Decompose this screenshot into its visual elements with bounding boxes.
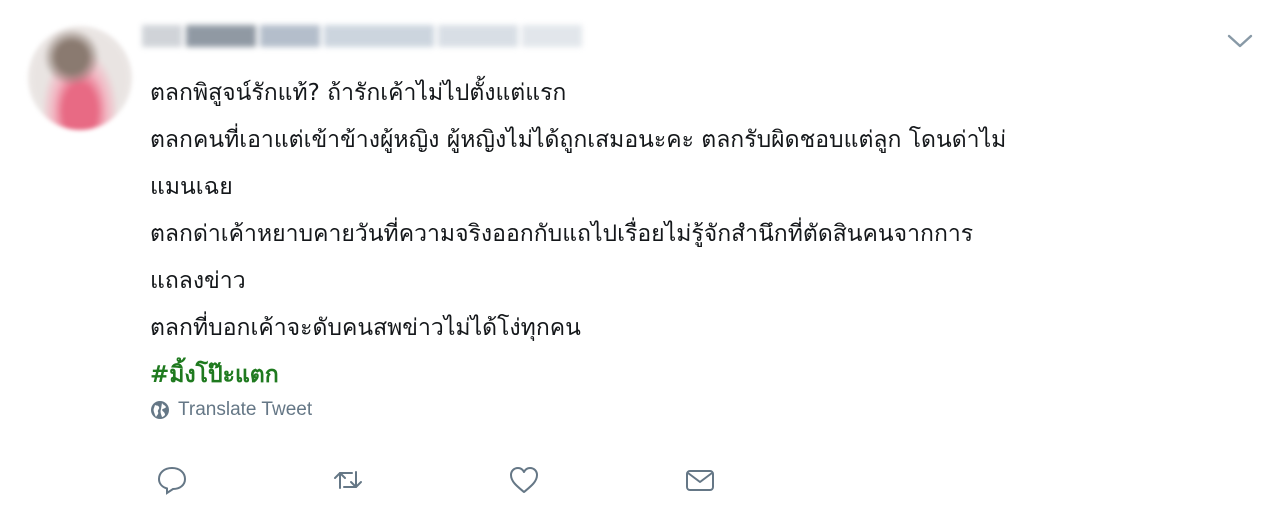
tweet-text: ตลกพิสูจน์รักแท้? ถ้ารักเค้าไม่ไปตั้งแต่… xyxy=(150,70,1250,399)
hashtag-link[interactable]: #มิ้งโป๊ะแตก xyxy=(150,352,1250,399)
author-name-blurred[interactable] xyxy=(142,20,612,52)
tweet-line: ตลกคนที่เอาแต่เข้าข้างผู้หญิง ผู้หญิงไม่… xyxy=(150,127,1007,153)
envelope-icon xyxy=(686,470,714,491)
tweet-line: แมนเฉย xyxy=(150,174,233,200)
heart-icon xyxy=(510,467,538,493)
tweet-line: ตลกด่าเค้าหยาบคายวันที่ความจริงออกกับแถไ… xyxy=(150,221,974,247)
retweet-button[interactable] xyxy=(328,460,368,500)
tweet-line: แถลงข่าว xyxy=(150,268,246,294)
direct-message-button[interactable] xyxy=(680,460,720,500)
chevron-down-icon[interactable] xyxy=(1226,32,1254,50)
tweet-line: ตลกพิสูจน์รักแท้? ถ้ารักเค้าไม่ไปตั้งแต่… xyxy=(150,80,567,106)
avatar[interactable] xyxy=(28,26,132,130)
reply-button[interactable] xyxy=(152,460,192,500)
reply-icon xyxy=(157,466,187,495)
translate-tweet-link[interactable]: Translate Tweet xyxy=(150,396,312,424)
retweet-icon xyxy=(334,471,362,489)
tweet-line: ตลกที่บอกเค้าจะดับคนสพข่าวไม่ได้โง่ทุกคน xyxy=(150,315,581,341)
like-button[interactable] xyxy=(504,460,544,500)
globe-icon xyxy=(151,401,169,419)
tweet-card: ตลกพิสูจน์รักแท้? ถ้ารักเค้าไม่ไปตั้งแต่… xyxy=(0,0,1280,516)
translate-label: Translate Tweet xyxy=(178,399,313,420)
